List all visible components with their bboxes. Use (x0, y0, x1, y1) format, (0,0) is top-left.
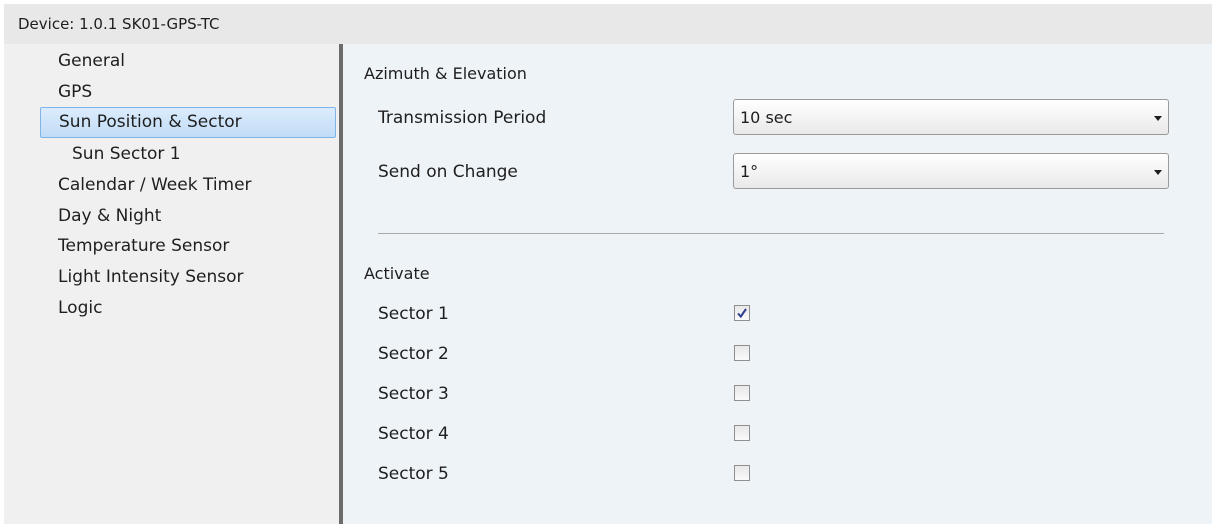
sidebar-nav: General GPS Sun Position & Sector Sun Se… (4, 44, 339, 524)
window-title: Device: 1.0.1 SK01-GPS-TC (18, 15, 220, 33)
azimuth-elevation-heading: Azimuth & Elevation (364, 64, 527, 83)
sidebar-item-label: GPS (58, 82, 93, 102)
chevron-down-icon (1154, 170, 1162, 175)
sidebar-item-sun-position-sector[interactable]: Sun Position & Sector (40, 107, 336, 138)
title-bar: Device: 1.0.1 SK01-GPS-TC (4, 4, 1212, 44)
chevron-down-icon (1154, 116, 1162, 121)
sector-3-checkbox[interactable] (734, 385, 750, 401)
send-on-change-dropdown[interactable]: 1° (733, 153, 1169, 189)
sidebar-item-label: Temperature Sensor (58, 236, 230, 256)
send-on-change-label: Send on Change (378, 162, 518, 182)
sidebar-item-temperature-sensor[interactable]: Temperature Sensor (4, 232, 339, 260)
transmission-period-value: 10 sec (740, 108, 793, 127)
sidebar-item-logic[interactable]: Logic (4, 294, 339, 322)
sector-4-label: Sector 4 (378, 424, 449, 444)
sector-2-checkbox[interactable] (734, 345, 750, 361)
sidebar-item-calendar-week-timer[interactable]: Calendar / Week Timer (4, 171, 339, 199)
sector-4-checkbox[interactable] (734, 425, 750, 441)
sector-3-label: Sector 3 (378, 384, 449, 404)
sector-1-checkbox[interactable] (734, 305, 750, 321)
parameter-panel: Azimuth & Elevation Transmission Period … (343, 44, 1212, 524)
sidebar-item-day-night[interactable]: Day & Night (4, 202, 339, 230)
sidebar-item-label: Logic (58, 298, 103, 318)
transmission-period-label: Transmission Period (378, 108, 547, 128)
sidebar-item-label: General (58, 51, 125, 71)
sidebar-item-light-intensity-sensor[interactable]: Light Intensity Sensor (4, 263, 339, 291)
section-divider (378, 233, 1164, 234)
sector-5-checkbox[interactable] (734, 465, 750, 481)
sector-5-label: Sector 5 (378, 464, 449, 484)
checkmark-icon (737, 308, 747, 319)
sidebar-item-label: Light Intensity Sensor (58, 267, 244, 287)
sidebar-item-label: Sun Sector 1 (72, 144, 181, 164)
sidebar-item-label: Calendar / Week Timer (58, 175, 252, 195)
sidebar-item-general[interactable]: General (4, 47, 339, 75)
sidebar-item-label: Day & Night (58, 206, 162, 226)
sidebar-item-label: Sun Position & Sector (59, 112, 242, 132)
transmission-period-dropdown[interactable]: 10 sec (733, 99, 1169, 135)
activate-heading: Activate (364, 264, 430, 283)
sector-2-label: Sector 2 (378, 344, 449, 364)
sidebar-item-gps[interactable]: GPS (4, 78, 339, 106)
sector-1-label: Sector 1 (378, 304, 449, 324)
send-on-change-value: 1° (740, 162, 759, 181)
sidebar-item-sun-sector-1[interactable]: Sun Sector 1 (4, 140, 339, 168)
